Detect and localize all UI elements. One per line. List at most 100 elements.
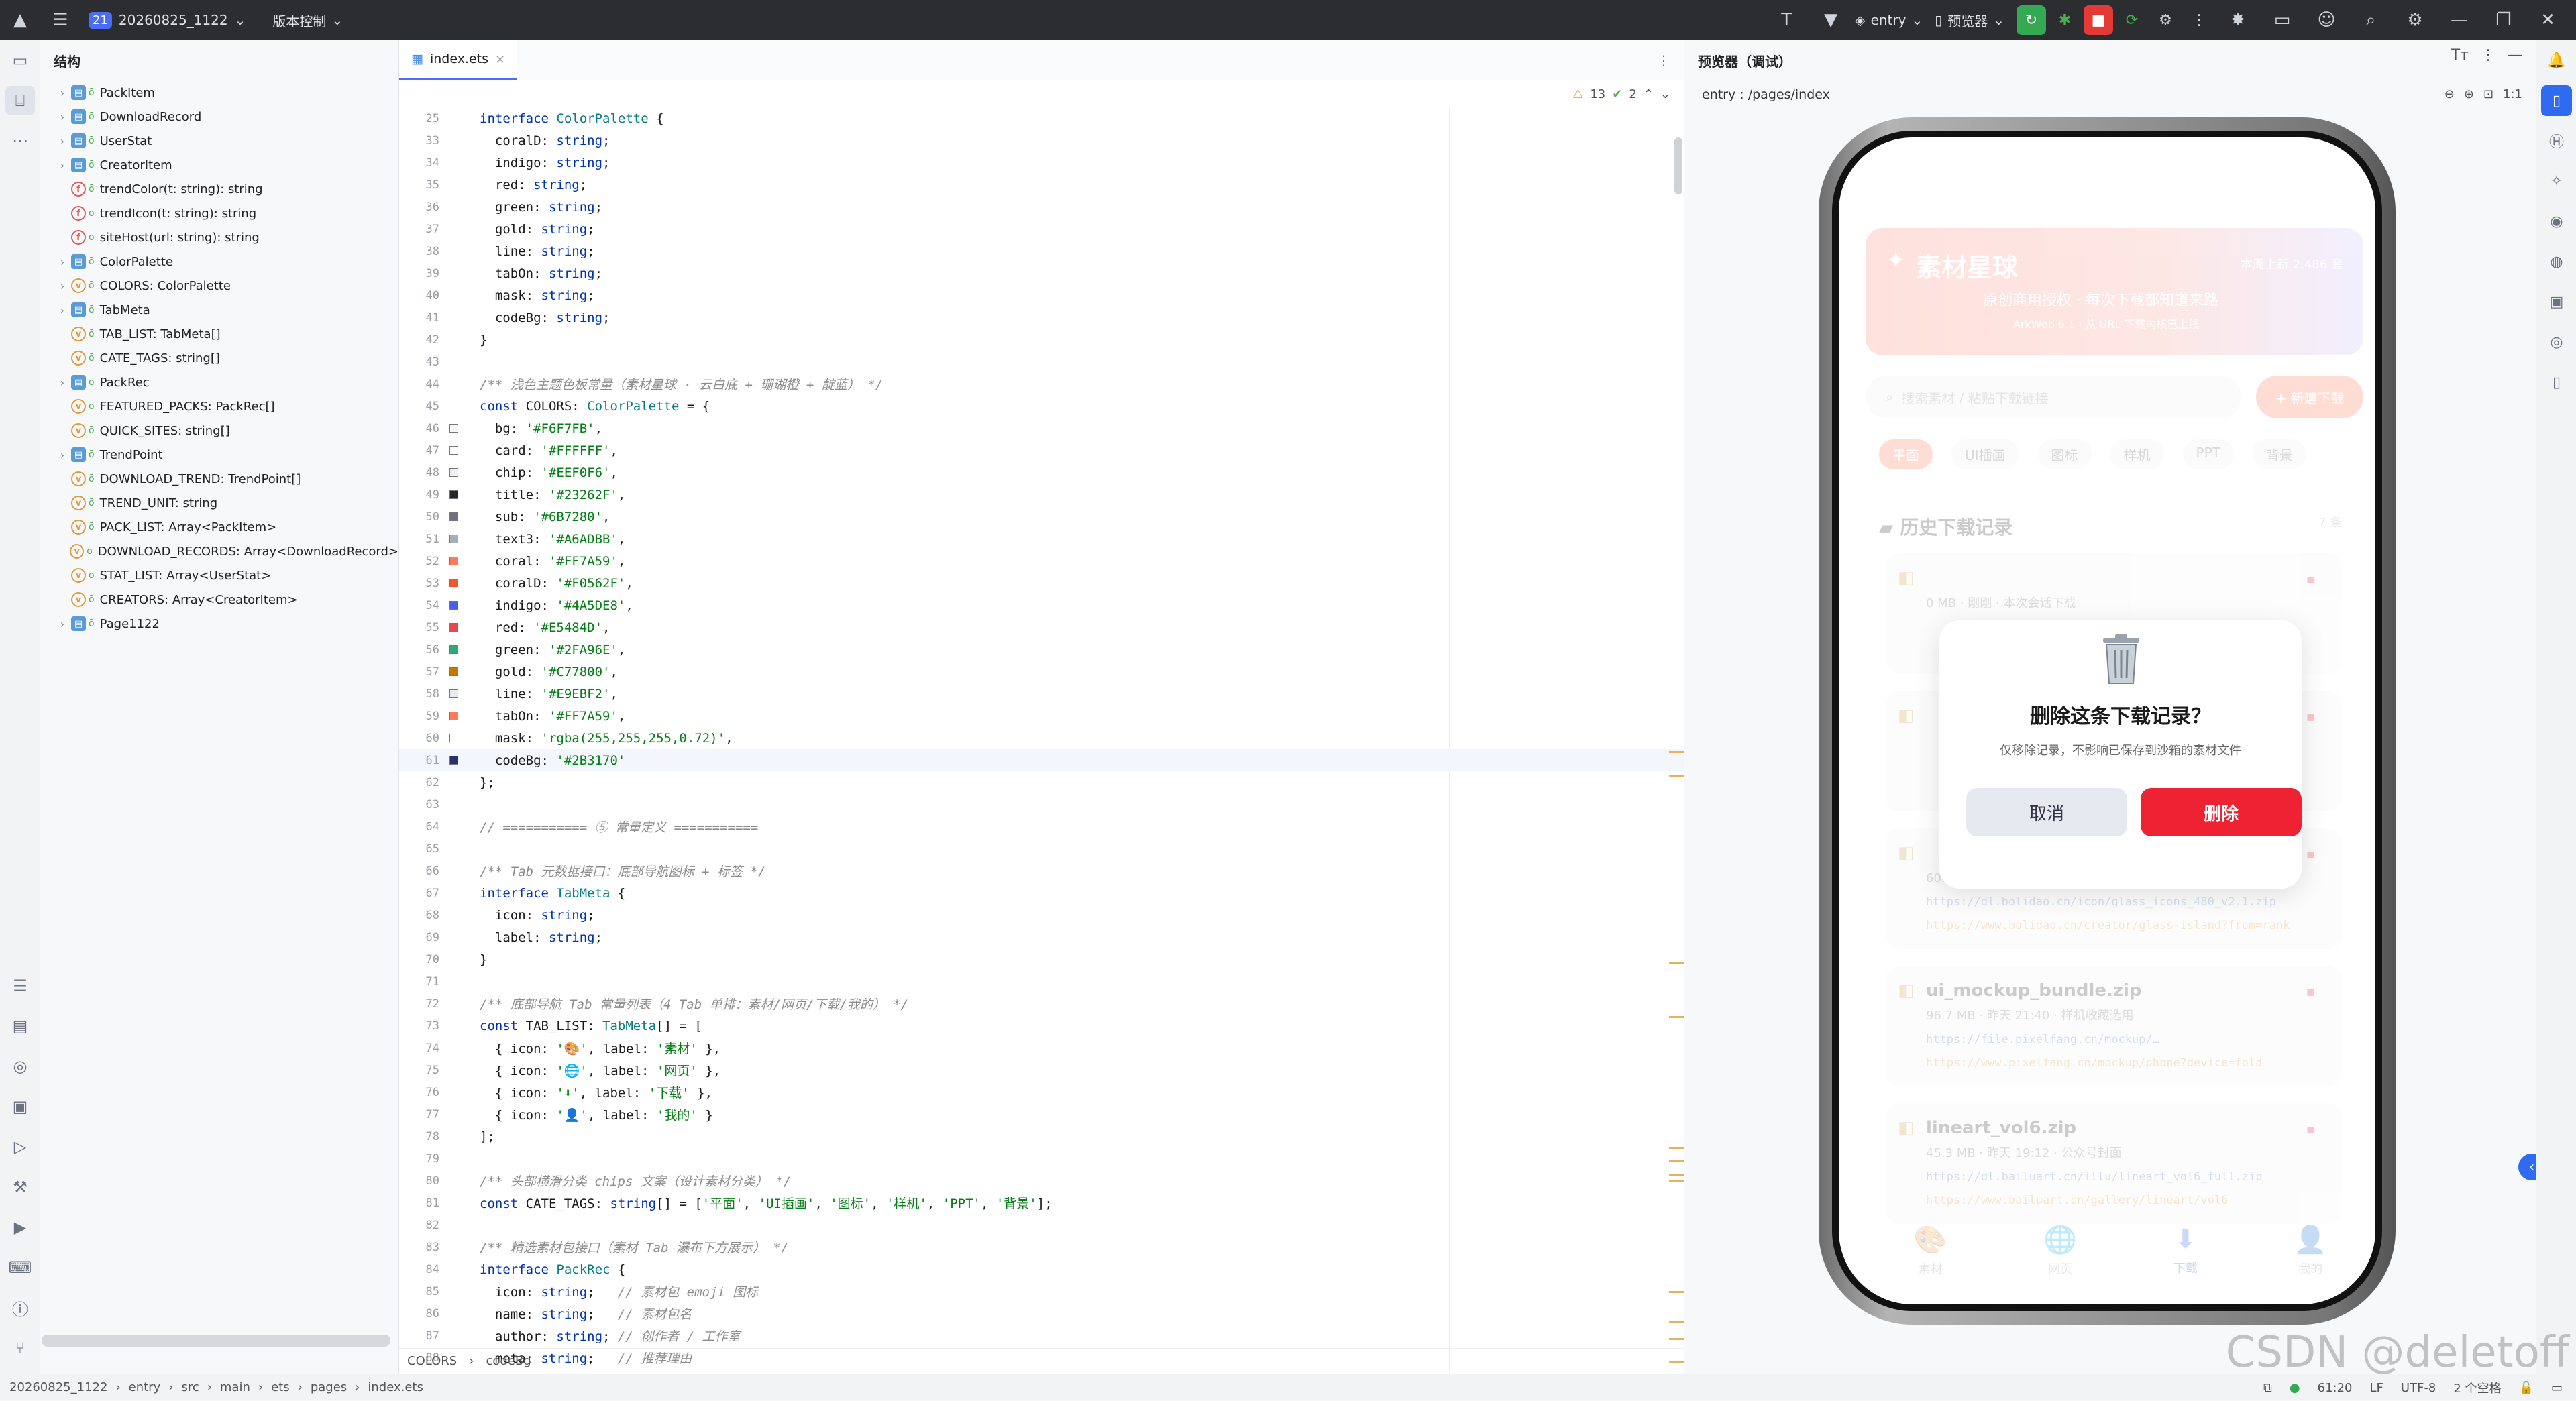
structure-item[interactable]: › ▤ ō UserStat xyxy=(40,129,398,153)
code-line[interactable]: 66 /** Tab 元数据接口：底部导航图标 + 标签 */ xyxy=(399,860,1684,882)
code-line[interactable]: 65 xyxy=(399,838,1684,860)
warning-mark[interactable] xyxy=(1669,1338,1684,1340)
category-chip[interactable]: 平面 xyxy=(1879,439,1933,469)
code-line[interactable]: 42} xyxy=(399,329,1684,351)
delete-record-icon[interactable]: ▪ xyxy=(2306,846,2315,862)
structure-item[interactable]: › ▤ ō CreatorItem xyxy=(40,153,398,177)
code-line[interactable]: 64 // =========== ⑤ 常量定义 =========== xyxy=(399,816,1684,838)
code-line[interactable]: 75 { icon: '🌐', label: '网页' }, xyxy=(399,1059,1684,1081)
code-line[interactable]: 58 line: '#E9EBF2', xyxy=(399,683,1684,705)
rerun-button[interactable]: ↻ xyxy=(2017,5,2046,35)
code-line[interactable]: 86 name: string; // 素材包名 xyxy=(399,1302,1684,1325)
structure-item[interactable]: › ▤ ō TabMeta xyxy=(40,298,398,322)
code-line[interactable]: 67 interface TabMeta { xyxy=(399,882,1684,904)
structure-item[interactable]: v ō DOWNLOAD_RECORDS: Array<DownloadRecord… xyxy=(40,539,398,563)
warning-mark[interactable] xyxy=(1669,1291,1684,1293)
warning-mark[interactable] xyxy=(1669,962,1684,964)
code-line[interactable]: 59 tabOn: '#FF7A59', xyxy=(399,705,1684,727)
memory-icon[interactable]: ▭ xyxy=(2551,1381,2563,1395)
code-line[interactable]: 54 indigo: '#4A5DE8', xyxy=(399,594,1684,616)
code-line[interactable]: 44 /** 浅色主题色板常量（素材星球 · 云白底 + 珊瑚橙 + 靛蓝） */ xyxy=(399,373,1684,395)
code-line[interactable]: 33 coralD: string; xyxy=(399,129,1684,152)
code-line[interactable]: 60 mask: 'rgba(255,255,255,0.72)', xyxy=(399,727,1684,749)
breadcrumb-item[interactable]: COLORS xyxy=(407,1354,457,1368)
structure-item[interactable]: › ▤ ō PackItem xyxy=(40,80,398,105)
color-swatch-icon[interactable] xyxy=(449,424,458,433)
project-folder-icon[interactable]: ▭ xyxy=(0,40,40,80)
stop-button[interactable]: ■ xyxy=(2084,5,2113,35)
folder-icon[interactable]: ▭ xyxy=(2262,0,2302,40)
code-line[interactable]: 43 xyxy=(399,351,1684,373)
device-select[interactable]: ▯ 预览器 ⌄ xyxy=(1935,0,2004,40)
code-line[interactable]: 51 text3: '#A6ADBB', xyxy=(399,528,1684,550)
color-swatch-icon[interactable] xyxy=(449,645,458,654)
code-line[interactable]: 70} xyxy=(399,948,1684,970)
code-line[interactable]: 38 line: string; xyxy=(399,240,1684,262)
warning-mark[interactable] xyxy=(1669,775,1684,777)
code-line[interactable]: 82 xyxy=(399,1214,1684,1236)
text-format-icon[interactable]: T xyxy=(1766,0,1807,40)
structure-item[interactable]: › ▤ ō TrendPoint xyxy=(40,443,398,467)
warning-mark[interactable] xyxy=(1669,1174,1684,1176)
search-icon[interactable]: ⌕ xyxy=(2351,0,2391,40)
file-encoding[interactable]: UTF-8 xyxy=(2401,1381,2436,1395)
delete-record-icon[interactable]: ▪ xyxy=(2306,983,2315,999)
minimize-icon[interactable]: — xyxy=(2439,0,2479,40)
fit-icon[interactable]: ⊡ xyxy=(2483,87,2493,101)
code-line[interactable]: 71 xyxy=(399,970,1684,993)
chevron-right-icon[interactable]: › xyxy=(54,376,71,389)
chevron-right-icon[interactable]: › xyxy=(54,449,71,461)
code-line[interactable]: 47 card: '#FFFFFF', xyxy=(399,439,1684,461)
record-l2[interactable]: https://www.pixelfang.cn/mockup/phone?de… xyxy=(1926,1056,2263,1070)
code-line[interactable]: 87 author: string; // 创作者 / 工作室 xyxy=(399,1325,1684,1347)
new-download-button[interactable]: + 新建下载 xyxy=(2256,376,2363,418)
todo-icon[interactable]: ☰ xyxy=(0,966,40,1006)
chevron-right-icon[interactable]: › xyxy=(54,87,71,99)
code-line[interactable]: 62}; xyxy=(399,771,1684,793)
warning-mark[interactable] xyxy=(1669,1180,1684,1182)
structure-item[interactable]: v ō TAB_LIST: TabMeta[] xyxy=(40,322,398,346)
log-icon[interactable]: ▤ xyxy=(0,1006,40,1046)
code-line[interactable]: 79 xyxy=(399,1147,1684,1170)
warning-mark[interactable] xyxy=(1669,1321,1684,1323)
vertical-scrollbar[interactable] xyxy=(1674,137,1682,194)
more-tools-icon[interactable]: ⋯ xyxy=(0,121,40,161)
breadcrumb-item[interactable]: codeBg xyxy=(486,1354,531,1368)
code-line[interactable]: 34 indigo: string; xyxy=(399,152,1684,174)
structure-item[interactable]: v ō STAT_LIST: Array<UserStat> xyxy=(40,563,398,587)
structure-item[interactable]: v ō CREATORS: Array<CreatorItem> xyxy=(40,587,398,612)
codelinter-icon[interactable]: ◉ xyxy=(2536,201,2576,241)
chevron-down-icon[interactable]: ⌄ xyxy=(1660,87,1670,101)
tab-item[interactable]: 🎨 素材 xyxy=(1914,1224,1947,1298)
more-icon[interactable]: ⋮ xyxy=(2184,5,2214,35)
color-swatch-icon[interactable] xyxy=(449,490,458,499)
structure-item[interactable]: v ō CATE_TAGS: string[] xyxy=(40,346,398,370)
structure-item[interactable]: › ▤ ō Page1122 xyxy=(40,612,398,636)
structure-item[interactable]: › v ō COLORS: ColorPalette xyxy=(40,274,398,298)
structure-item[interactable]: f ō siteHost(url: string): string xyxy=(40,225,398,249)
code-line[interactable]: 55 red: '#E5484D', xyxy=(399,616,1684,638)
record-l1[interactable]: https://dl.bailuart.cn/illu/lineart_vol6… xyxy=(1926,1170,2263,1184)
main-menu-icon[interactable]: ☰ xyxy=(40,0,80,40)
cancel-button[interactable]: 取消 xyxy=(1966,788,2127,836)
eye-icon[interactable]: ◎ xyxy=(2536,322,2576,362)
color-swatch-icon[interactable] xyxy=(449,689,458,698)
code-line[interactable]: 41 codeBg: string; xyxy=(399,306,1684,329)
zoom-out-icon[interactable]: ⊖ xyxy=(2445,87,2455,101)
warning-mark[interactable] xyxy=(1669,1160,1684,1162)
structure-item[interactable]: › ▤ ō ColorPalette xyxy=(40,249,398,274)
record-l2[interactable]: https://www.bolidao.cn/creator/glass-isl… xyxy=(1926,919,2290,932)
structure-icon[interactable]: ⌸ xyxy=(5,86,35,115)
server-icon[interactable]: ⧉ xyxy=(2263,1381,2272,1395)
structure-item[interactable]: f ō trendIcon(t: string): string xyxy=(40,201,398,225)
zoom-in-icon[interactable]: ⊕ xyxy=(2464,87,2474,101)
structure-item[interactable]: v ō TREND_UNIT: string xyxy=(40,491,398,515)
code-line[interactable]: 25 interface ColorPalette { xyxy=(399,107,1684,129)
delete-record-icon[interactable]: ▪ xyxy=(2306,571,2315,587)
status-path-item[interactable]: 20260825_1122 xyxy=(9,1380,107,1394)
category-chip[interactable]: 图标 xyxy=(2037,439,2092,469)
problems-icon[interactable]: ▣ xyxy=(0,1086,40,1127)
chevron-up-icon[interactable]: ⌃ xyxy=(1644,87,1654,101)
notifications-icon[interactable]: 🔔 xyxy=(2536,40,2576,80)
code-line[interactable]: 77 { icon: '👤', label: '我的' } xyxy=(399,1103,1684,1125)
